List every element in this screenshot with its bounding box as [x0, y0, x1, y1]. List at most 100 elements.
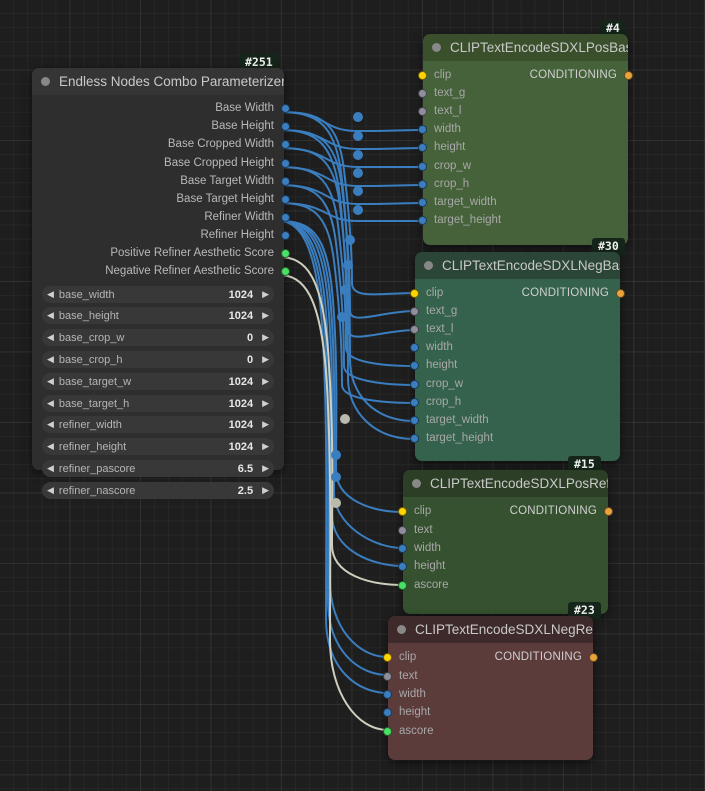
widget-value[interactable]: 1024	[229, 441, 253, 453]
output-base-height[interactable]: Base Height	[211, 117, 290, 135]
chevron-left-icon[interactable]: ◀	[47, 355, 54, 364]
input-socket-int[interactable]	[410, 434, 419, 443]
input-crop-w[interactable]: crop_w	[410, 375, 463, 393]
input-socket-string[interactable]	[398, 526, 407, 535]
widget-refiner-nascore[interactable]: ◀ refiner_nascore 2.5 ▶	[42, 482, 274, 499]
input-socket-int[interactable]	[418, 143, 427, 152]
chevron-left-icon[interactable]: ◀	[47, 486, 54, 495]
output-conditioning[interactable]: CONDITIONING	[495, 648, 598, 666]
input-target-width[interactable]: target_width	[410, 411, 489, 429]
widget-value[interactable]: 6.5	[238, 463, 253, 475]
chevron-right-icon[interactable]: ▶	[262, 486, 269, 495]
chevron-right-icon[interactable]: ▶	[262, 420, 269, 429]
chevron-left-icon[interactable]: ◀	[47, 442, 54, 451]
output-socket-int[interactable]	[281, 159, 290, 168]
output-socket-int[interactable]	[281, 104, 290, 113]
chevron-left-icon[interactable]: ◀	[47, 420, 54, 429]
input-socket-int[interactable]	[418, 216, 427, 225]
node-header[interactable]: CLIPTextEncodeSDXLNegRefiner	[388, 616, 593, 643]
output-refiner-width[interactable]: Refiner Width	[204, 208, 290, 226]
node-cliptextencodesdxlposrefiner[interactable]: CLIPTextEncodeSDXLPosRefiner CONDITIONIN…	[403, 470, 608, 614]
output-negative-refiner-aesthetic-score[interactable]: Negative Refiner Aesthetic Score	[105, 262, 290, 280]
widget-base-target-h[interactable]: ◀ base_target_h 1024 ▶	[42, 395, 274, 412]
node-endless-nodes-combo-parameterizer[interactable]: Endless Nodes Combo Parameterizer Base W…	[32, 68, 284, 470]
chevron-right-icon[interactable]: ▶	[262, 311, 269, 320]
widget-value[interactable]: 0	[247, 332, 253, 344]
output-base-target-height[interactable]: Base Target Height	[176, 190, 290, 208]
input-socket-clip[interactable]	[410, 289, 419, 298]
input-text-l[interactable]: text_l	[418, 102, 462, 120]
chevron-left-icon[interactable]: ◀	[47, 333, 54, 342]
output-socket-int[interactable]	[281, 122, 290, 131]
output-base-target-width[interactable]: Base Target Width	[180, 172, 290, 190]
input-text-g[interactable]: text_g	[410, 302, 457, 320]
input-width[interactable]: width	[410, 338, 453, 356]
chevron-left-icon[interactable]: ◀	[47, 311, 54, 320]
input-socket-string[interactable]	[418, 89, 427, 98]
input-socket-int[interactable]	[418, 125, 427, 134]
input-socket-int[interactable]	[410, 361, 419, 370]
input-height[interactable]: height	[418, 138, 465, 156]
chevron-right-icon[interactable]: ▶	[262, 399, 269, 408]
input-target-height[interactable]: target_height	[418, 211, 501, 229]
output-socket-float[interactable]	[281, 267, 290, 276]
output-socket-conditioning[interactable]	[616, 289, 625, 298]
widget-refiner-height[interactable]: ◀ refiner_height 1024 ▶	[42, 438, 274, 455]
collapse-dot-icon[interactable]	[41, 77, 50, 86]
widget-base-crop-w[interactable]: ◀ base_crop_w 0 ▶	[42, 329, 274, 346]
chevron-left-icon[interactable]: ◀	[47, 399, 54, 408]
chevron-left-icon[interactable]: ◀	[47, 464, 54, 473]
input-socket-clip[interactable]	[418, 71, 427, 80]
input-width[interactable]: width	[383, 685, 426, 703]
widget-refiner-width[interactable]: ◀ refiner_width 1024 ▶	[42, 416, 274, 433]
widget-base-target-w[interactable]: ◀ base_target_w 1024 ▶	[42, 373, 274, 390]
widget-base-width[interactable]: ◀ base_width 1024 ▶	[42, 286, 274, 303]
input-height[interactable]: height	[383, 703, 430, 721]
input-socket-float[interactable]	[383, 727, 392, 736]
input-socket-float[interactable]	[398, 581, 407, 590]
node-cliptextencodesdxlnegbase[interactable]: CLIPTextEncodeSDXLNegBase CONDITIONING c…	[415, 252, 620, 461]
input-text[interactable]: text	[383, 667, 418, 685]
node-header[interactable]: CLIPTextEncodeSDXLNegBase	[415, 252, 620, 279]
output-base-cropped-height[interactable]: Base Cropped Height	[164, 154, 290, 172]
input-socket-string[interactable]	[410, 325, 419, 334]
output-socket-conditioning[interactable]	[624, 71, 633, 80]
output-socket-int[interactable]	[281, 177, 290, 186]
chevron-right-icon[interactable]: ▶	[262, 333, 269, 342]
input-ascore[interactable]: ascore	[383, 722, 434, 740]
widget-base-height[interactable]: ◀ base_height 1024 ▶	[42, 307, 274, 324]
widget-value[interactable]: 1024	[229, 419, 253, 431]
input-target-height[interactable]: target_height	[410, 429, 493, 447]
widget-refiner-pascore[interactable]: ◀ refiner_pascore 6.5 ▶	[42, 460, 274, 477]
input-socket-clip[interactable]	[398, 507, 407, 516]
chevron-right-icon[interactable]: ▶	[262, 464, 269, 473]
input-text-g[interactable]: text_g	[418, 84, 465, 102]
node-graph-canvas[interactable]: #251 Endless Nodes Combo Parameterizer B…	[0, 0, 705, 791]
output-base-width[interactable]: Base Width	[215, 99, 290, 117]
input-socket-int[interactable]	[418, 162, 427, 171]
output-socket-int[interactable]	[281, 231, 290, 240]
output-socket-int[interactable]	[281, 213, 290, 222]
chevron-right-icon[interactable]: ▶	[262, 355, 269, 364]
output-conditioning[interactable]: CONDITIONING	[530, 66, 633, 84]
input-socket-int[interactable]	[410, 398, 419, 407]
node-header[interactable]: Endless Nodes Combo Parameterizer	[32, 68, 284, 95]
chevron-right-icon[interactable]: ▶	[262, 377, 269, 386]
node-header[interactable]: CLIPTextEncodeSDXLPosBase	[423, 34, 628, 61]
input-socket-int[interactable]	[383, 708, 392, 717]
input-ascore[interactable]: ascore	[398, 576, 449, 594]
input-width[interactable]: width	[418, 120, 461, 138]
input-text[interactable]: text	[398, 521, 433, 539]
collapse-dot-icon[interactable]	[424, 261, 433, 270]
input-clip[interactable]: clip	[383, 648, 416, 666]
widget-value[interactable]: 2.5	[238, 485, 253, 497]
output-socket-int[interactable]	[281, 140, 290, 149]
node-cliptextencodesdxlnegrefiner[interactable]: CLIPTextEncodeSDXLNegRefiner CONDITIONIN…	[388, 616, 593, 760]
input-crop-h[interactable]: crop_h	[410, 393, 461, 411]
input-height[interactable]: height	[398, 557, 445, 575]
output-socket-conditioning[interactable]	[604, 507, 613, 516]
node-header[interactable]: CLIPTextEncodeSDXLPosRefiner	[403, 470, 608, 497]
node-cliptextencodesdxlposbase[interactable]: CLIPTextEncodeSDXLPosBase CONDITIONING c…	[423, 34, 628, 245]
widget-value[interactable]: 1024	[229, 398, 253, 410]
widget-value[interactable]: 1024	[229, 310, 253, 322]
